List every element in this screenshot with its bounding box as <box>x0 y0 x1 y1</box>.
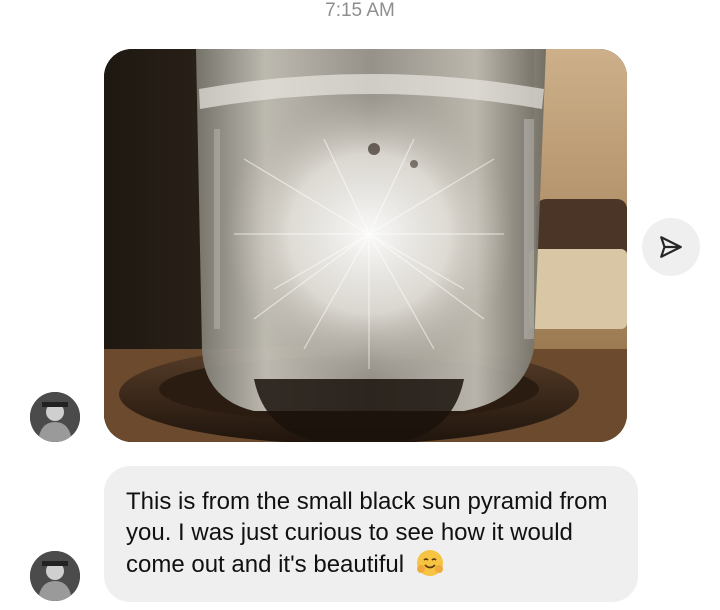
hugging-face-emoji <box>415 548 445 578</box>
share-button[interactable] <box>642 218 700 276</box>
avatar[interactable] <box>30 551 80 601</box>
photo-message[interactable] <box>104 49 627 442</box>
message-text: This is from the small black sun pyramid… <box>126 488 608 578</box>
message-bubble[interactable]: This is from the small black sun pyramid… <box>104 466 638 602</box>
photo-image <box>104 49 627 442</box>
message-timestamp: 7:15 AM <box>325 0 395 21</box>
avatar-image <box>30 392 80 442</box>
avatar-image <box>30 551 80 601</box>
avatar[interactable] <box>30 392 80 442</box>
paper-plane-icon <box>660 236 682 258</box>
